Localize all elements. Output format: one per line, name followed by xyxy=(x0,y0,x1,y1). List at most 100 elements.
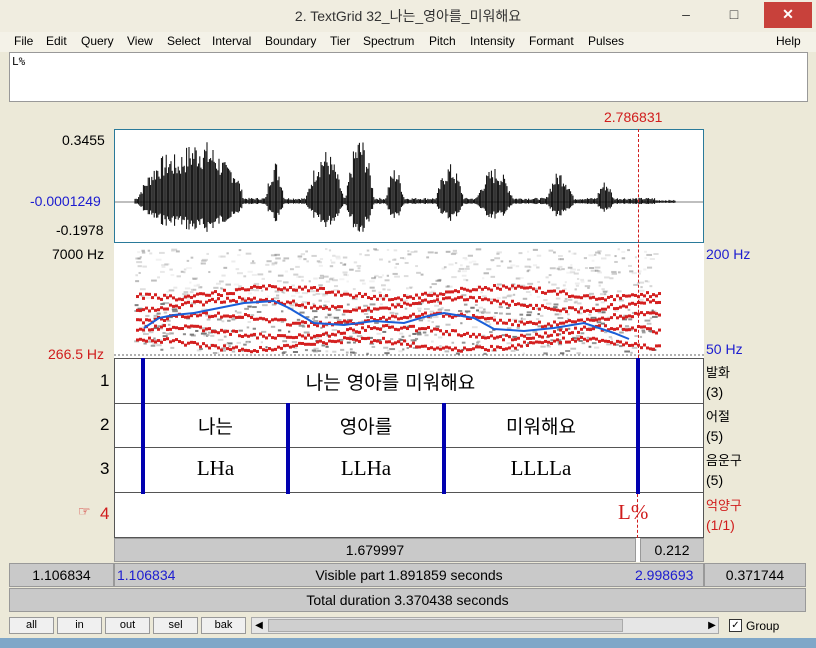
formant-dot xyxy=(220,328,223,332)
menu-formant[interactable]: Formant xyxy=(529,34,574,48)
tier3-number[interactable]: 3 xyxy=(100,459,109,479)
spectrogram-cell xyxy=(162,331,166,334)
spectrogram-cell xyxy=(384,352,390,355)
left-outside-bar[interactable]: 1.106834 xyxy=(9,563,114,587)
formant-dot xyxy=(154,293,157,297)
menu-boundary[interactable]: Boundary xyxy=(265,34,316,48)
formant-dot xyxy=(166,337,169,341)
spectrogram-cell xyxy=(301,279,304,282)
formant-dot xyxy=(328,307,331,311)
scroll-right-arrow-icon[interactable]: ▶ xyxy=(705,618,719,633)
formant-dot xyxy=(235,300,238,304)
tier1-interval-text[interactable]: 나는 영아를 미워해요 xyxy=(145,368,636,395)
formant-dot xyxy=(325,342,328,346)
menu-select[interactable]: Select xyxy=(167,34,200,48)
formant-dot xyxy=(424,298,427,302)
tier3-interval-text[interactable]: LLLLa xyxy=(446,456,636,481)
spectrogram-cell xyxy=(553,303,559,306)
menu-view[interactable]: View xyxy=(127,34,153,48)
formant-dot xyxy=(346,292,349,296)
zoom-out-button[interactable]: out xyxy=(105,617,150,634)
tier3-interval-text[interactable]: LHa xyxy=(145,456,286,481)
spectrogram-cell xyxy=(361,282,366,285)
formant-dot xyxy=(580,318,583,322)
formant-dot xyxy=(274,317,277,321)
menu-tier[interactable]: Tier xyxy=(330,34,350,48)
formant-dot xyxy=(187,294,190,298)
spectrogram-cell xyxy=(148,331,154,334)
formant-dot xyxy=(397,340,400,344)
zoom-all-button[interactable]: all xyxy=(9,617,54,634)
formant-dot xyxy=(355,330,358,334)
formant-dot xyxy=(397,303,400,307)
formant-dot xyxy=(655,331,658,335)
spectrogram-cell xyxy=(429,286,432,289)
menu-query[interactable]: Query xyxy=(81,34,114,48)
tier2-number[interactable]: 2 xyxy=(100,415,109,435)
tier2-interval-text[interactable]: 미워해요 xyxy=(446,412,636,439)
tier3-interval-text[interactable]: LLHa xyxy=(290,456,442,481)
formant-dot xyxy=(379,341,382,345)
right-outside-bar[interactable]: 0.371744 xyxy=(704,563,806,587)
close-button[interactable]: ✕ xyxy=(764,2,812,28)
interval-boundary[interactable] xyxy=(636,358,640,494)
spectrogram-cell xyxy=(526,311,533,314)
tier2-interval-text[interactable]: 나는 xyxy=(145,412,286,439)
spectrogram-cell xyxy=(342,256,348,259)
formant-dot xyxy=(457,349,460,353)
formant-dot xyxy=(658,292,661,296)
spectrogram-cell xyxy=(281,290,284,293)
formant-dot xyxy=(190,304,193,308)
selection-duration-bar[interactable]: 1.679997 xyxy=(114,538,636,562)
maximize-button[interactable]: □ xyxy=(714,2,754,28)
formant-dot xyxy=(475,288,478,292)
spectrogram-cell xyxy=(283,257,290,260)
menu-pitch[interactable]: Pitch xyxy=(429,34,456,48)
spectrogram-cell xyxy=(339,278,345,281)
zoom-back-button[interactable]: bak xyxy=(201,617,246,634)
menu-help[interactable]: Help xyxy=(776,34,801,48)
menu-file[interactable]: File xyxy=(14,34,33,48)
menu-pulses[interactable]: Pulses xyxy=(588,34,624,48)
formant-dot xyxy=(262,284,265,288)
right-duration-bar[interactable]: 0.212 xyxy=(640,538,704,562)
total-duration-bar[interactable]: Total duration 3.370438 seconds xyxy=(9,588,806,612)
formant-dot xyxy=(208,327,211,331)
formant-dot xyxy=(613,342,616,346)
formant-dot xyxy=(313,334,316,338)
spectrogram-cell xyxy=(343,290,348,293)
formant-dot xyxy=(202,329,205,333)
formant-dot xyxy=(499,345,502,349)
tier1-number[interactable]: 1 xyxy=(100,371,109,391)
menu-intensity[interactable]: Intensity xyxy=(470,34,515,48)
formant-dot xyxy=(628,343,631,347)
zoom-selection-button[interactable]: sel xyxy=(153,617,198,634)
group-checkbox[interactable]: ✓ xyxy=(729,619,742,632)
formant-dot xyxy=(163,307,166,311)
spectrogram-cell xyxy=(616,290,622,293)
menu-edit[interactable]: Edit xyxy=(46,34,67,48)
interval-text-field[interactable] xyxy=(9,52,808,102)
spectrogram-cell xyxy=(141,249,145,252)
formant-dot xyxy=(217,346,220,350)
formant-dot xyxy=(607,305,610,309)
formant-dot xyxy=(274,336,277,340)
zoom-in-button[interactable]: in xyxy=(57,617,102,634)
formant-dot xyxy=(400,298,403,302)
formant-dot xyxy=(607,295,610,299)
minimize-button[interactable]: – xyxy=(666,2,706,28)
waveform-panel[interactable] xyxy=(114,129,704,243)
scroll-left-arrow-icon[interactable]: ◀ xyxy=(252,618,266,633)
formant-dot xyxy=(487,287,490,291)
scrollbar-thumb[interactable] xyxy=(268,619,623,632)
menu-interval[interactable]: Interval xyxy=(212,34,251,48)
tier2-interval-text[interactable]: 영아를 xyxy=(290,412,442,439)
menu-spectrum[interactable]: Spectrum xyxy=(363,34,414,48)
tier4-point-text[interactable]: L% xyxy=(618,500,648,525)
spectrogram-panel[interactable] xyxy=(114,243,704,358)
tier4-number[interactable]: 4 xyxy=(100,504,109,524)
formant-dot xyxy=(403,339,406,343)
spectrogram-cell xyxy=(461,270,467,273)
formant-dot xyxy=(448,333,451,337)
formant-dot xyxy=(280,318,283,322)
